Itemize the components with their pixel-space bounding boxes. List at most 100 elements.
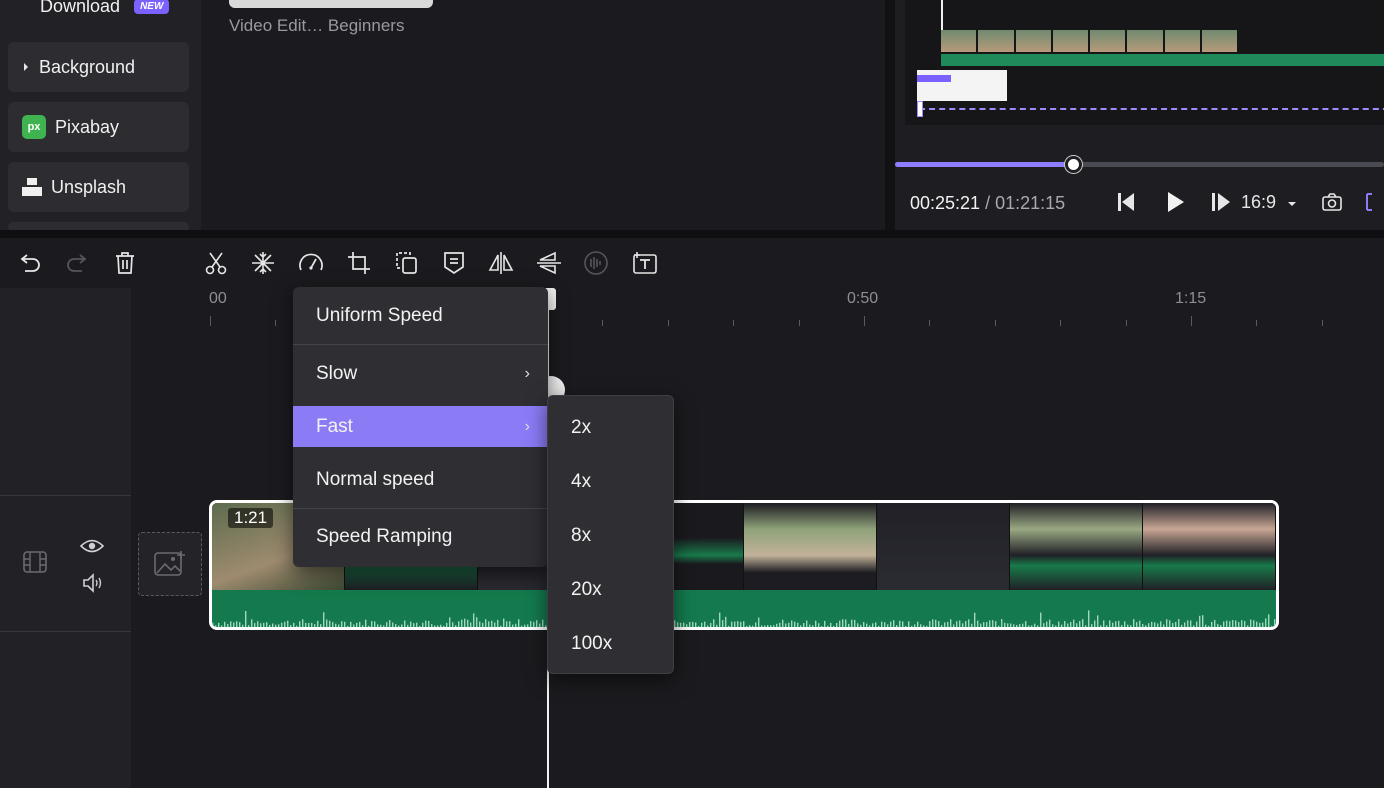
waveform-bar <box>419 625 421 627</box>
waveform-bar <box>890 621 892 627</box>
aspect-ratio-select[interactable]: 16:9 <box>1241 192 1297 213</box>
previous-frame-icon <box>1118 193 1134 211</box>
waveform-bar <box>221 625 223 627</box>
waveform-bar <box>1115 621 1117 627</box>
next-frame-button[interactable] <box>1207 188 1235 216</box>
preview-scrubber[interactable] <box>895 156 1384 173</box>
speed-option-8x[interactable]: 8x <box>548 525 673 547</box>
volume-icon[interactable] <box>81 572 105 599</box>
waveform-bar <box>1196 621 1198 627</box>
speed-option-20x[interactable]: 20x <box>548 579 673 601</box>
waveform-bar <box>809 624 811 627</box>
waveform-bar <box>1001 619 1003 627</box>
menu-item-normal-speed[interactable]: Normal speed <box>293 453 548 507</box>
download-item[interactable]: Download NEW <box>40 0 170 17</box>
waveform-bar <box>938 621 940 627</box>
panel-divider[interactable] <box>885 0 895 230</box>
waveform-bar <box>287 620 289 627</box>
denoise-button[interactable] <box>581 248 611 278</box>
background-button[interactable]: Background <box>8 42 189 92</box>
text-button[interactable] <box>630 248 660 278</box>
waveform-bar <box>494 622 496 627</box>
eye-icon[interactable] <box>79 537 105 560</box>
waveform-bar <box>989 620 991 627</box>
waveform-bar <box>1010 623 1012 627</box>
waveform-bar <box>392 622 394 627</box>
waveform-bar <box>1181 624 1183 627</box>
waveform-bar <box>941 625 943 627</box>
split-button[interactable] <box>201 248 231 278</box>
waveform-bar <box>908 621 910 627</box>
waveform-bar <box>1190 620 1192 627</box>
flip-horizontal-button[interactable] <box>486 248 516 278</box>
waveform-bar <box>719 612 721 627</box>
waveform-bar <box>1076 623 1078 627</box>
snapshot-button[interactable] <box>1319 188 1345 216</box>
menu-item-slow[interactable]: Slow › <box>293 345 548 403</box>
undo-button[interactable] <box>15 248 45 278</box>
fullscreen-button[interactable] <box>1363 188 1384 216</box>
waveform-bar <box>962 623 964 627</box>
preview-video[interactable] <box>905 0 1384 125</box>
template-thumbnail[interactable] <box>229 0 433 8</box>
preview-panel: 00:25:21 / 01:21:15 16:9 <box>895 0 1384 230</box>
duplicate-icon <box>396 252 417 274</box>
pixabay-button[interactable]: px Pixabay <box>8 102 189 152</box>
speed-option-4x[interactable]: 4x <box>548 471 673 493</box>
waveform-bar <box>1184 622 1186 627</box>
redo-button[interactable] <box>62 248 92 278</box>
waveform-bar <box>740 621 742 627</box>
caret-right-icon <box>22 62 30 72</box>
duplicate-button[interactable] <box>391 248 421 278</box>
menu-item-uniform-speed[interactable]: Uniform Speed <box>293 287 548 344</box>
unsplash-button[interactable]: Unsplash <box>8 162 189 212</box>
waveform-bar <box>1067 623 1069 627</box>
waveform-bar <box>512 624 514 627</box>
waveform-bar <box>1250 619 1252 627</box>
scrubber-handle[interactable] <box>1065 156 1083 173</box>
chevron-right-icon: › <box>524 417 530 435</box>
previous-frame-button[interactable] <box>1113 188 1141 216</box>
caption-button[interactable] <box>439 248 469 278</box>
waveform-bar <box>464 618 466 627</box>
waveform-bar <box>992 620 994 627</box>
waveform-bar <box>797 622 799 627</box>
flip-vertical-button[interactable] <box>534 248 564 278</box>
waveform-bar <box>1178 619 1180 627</box>
play-button[interactable] <box>1161 188 1189 216</box>
crop-button[interactable] <box>344 248 374 278</box>
speed-option-100x[interactable]: 100x <box>548 633 673 655</box>
waveform-bar <box>806 620 808 627</box>
ruler-tick <box>798 320 800 326</box>
waveform-bar <box>467 619 469 627</box>
waveform-bar <box>968 619 970 627</box>
speed-button[interactable] <box>296 248 326 278</box>
ruler-label: 0:50 <box>847 290 879 307</box>
ruler-tick <box>1321 320 1323 326</box>
waveform-bar <box>395 624 397 627</box>
waveform-bar <box>848 623 850 627</box>
edit-toolbar <box>0 230 1384 288</box>
ruler-tick <box>1060 320 1062 326</box>
waveform-bar <box>1007 623 1009 627</box>
menu-item-speed-ramping[interactable]: Speed Ramping <box>293 509 548 565</box>
add-media-button[interactable] <box>138 532 202 596</box>
waveform-bar <box>1205 624 1207 627</box>
waveform-bar <box>677 622 679 627</box>
menu-item-fast[interactable]: Fast › <box>293 406 548 447</box>
freeze-button[interactable] <box>248 248 278 278</box>
waveform-bar <box>503 618 505 627</box>
fullscreen-icon <box>1366 193 1372 211</box>
waveform-bar <box>533 621 535 627</box>
ruler-label: 1:15 <box>1175 290 1207 307</box>
speed-option-2x[interactable]: 2x <box>548 417 673 439</box>
waveform-bar <box>995 621 997 627</box>
waveform-bar <box>227 624 229 627</box>
waveform-bar <box>1175 621 1177 627</box>
waveform-bar <box>278 624 280 627</box>
new-badge: NEW <box>134 0 170 14</box>
waveform-bar <box>263 622 265 627</box>
delete-button[interactable] <box>110 248 140 278</box>
waveform-bar <box>329 620 331 627</box>
waveform-bar <box>1241 620 1243 627</box>
